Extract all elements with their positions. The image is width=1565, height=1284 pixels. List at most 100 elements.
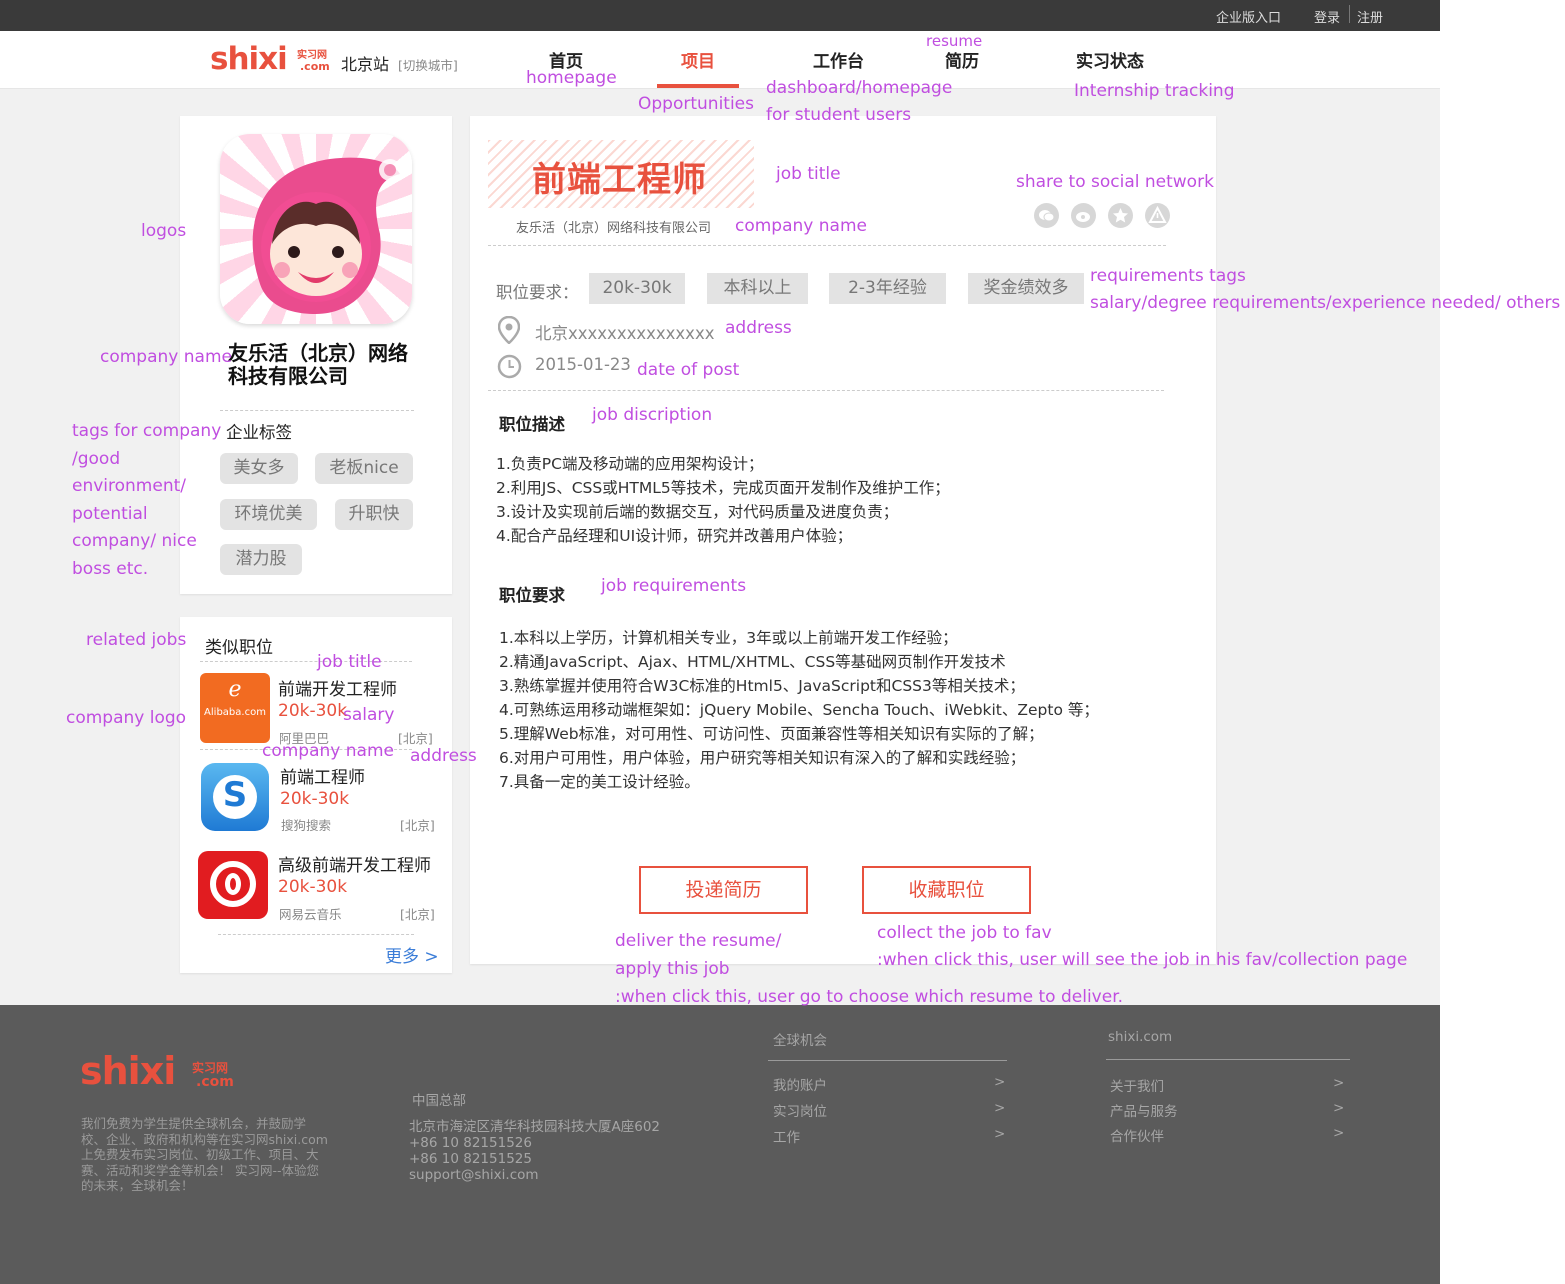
company-tag: 潜力股 [220,544,302,575]
job-company-name[interactable]: 友乐活（北京）网络科技有限公司 [516,217,711,236]
requirement-line: 7.具备一定的美工设计经验。 [499,773,700,791]
footer-hq-info: 北京市海淀区清华科技园科技大厦A座602 +86 10 82151526 +86… [409,1119,661,1183]
alibaba-logo: ℯ Alibaba.com [200,673,270,743]
favorite-star-icon[interactable] [1108,203,1133,228]
experience-tag: 2-3年经验 [829,273,946,304]
nav-projects[interactable]: 项目 [681,47,715,72]
register-link[interactable]: 注册 [1357,7,1383,26]
footer-link-jobs[interactable]: 工作 [773,1126,800,1146]
footer-divider [1106,1059,1350,1060]
similar-job-item[interactable]: 高级前端开发工程师 20k-30k 网易云音乐 [北京] [180,845,452,925]
switch-city-link[interactable]: [切换城市] [398,55,458,74]
similar-jobs-card: 类似职位 ℯ Alibaba.com 前端开发工程师 20k-30k 阿里巴巴 … [180,617,452,973]
divider [488,245,1166,246]
job-address: 北京xxxxxxxxxxxxxxx [535,324,715,343]
requirement-line: 5.理解Web标准，对可用性、可访问性、页面兼容性等相关知识有实际的了解； [499,725,1044,743]
footer-link-products[interactable]: 产品与服务 [1110,1100,1178,1120]
divider [218,934,414,935]
chevron-right-icon: > [994,1126,1006,1142]
similar-job-location: [北京] [400,818,435,833]
annotation-opportunities: Opportunities [638,94,754,114]
chevron-right-icon: > [994,1074,1006,1090]
footer-link-account[interactable]: 我的账户 [773,1074,827,1094]
wechat-share-icon[interactable] [1034,203,1059,228]
footer-link-partners[interactable]: 合作伙伴 [1110,1125,1164,1145]
requirement-line: 1.本科以上学历，计算机相关专业，3年或以上前端开发工作经验； [499,629,958,647]
save-job-button[interactable]: 收藏职位 [862,866,1031,914]
chevron-right-icon: > [1333,1075,1345,1091]
annotation-req-tags-2: salary/degree requirements/experience ne… [1090,293,1561,313]
topbar-divider [1349,5,1350,23]
similar-job-salary: 20k-30k [280,789,350,809]
annotation-collect: collect the job to fav :when click this,… [877,923,1408,970]
footer: shixi 实习网 .com 我们免费为学生提供全球机会，并鼓励学 校、企业、政… [0,1005,1440,1284]
job-detail-card: 前端工程师 友乐活（北京）网络科技有限公司 职位要求： 20k-30k 本科以上… [470,116,1216,964]
job-requirements-title: 职位要求 [499,586,565,605]
company-tags-title: 企业标签 [226,423,292,442]
requirement-line: 4.可熟练运用移动端框架如：jQuery Mobile、Sencha Touch… [499,701,1099,719]
login-link[interactable]: 登录 [1314,7,1340,26]
annotation-job-req: job requirements [601,576,747,596]
site-logo[interactable]: shixi 实习网 .com [210,41,332,77]
apply-resume-button[interactable]: 投递简历 [639,866,808,914]
annotation-share: share to social network [1016,172,1214,192]
similar-job-salary: 20k-30k [278,701,348,721]
requirement-line: 2.精通JavaScript、Ajax、HTML/XHTML、CSS等基础网页制… [499,653,1006,671]
footer-col1-title: 全球机会 [773,1033,827,1049]
job-title: 前端工程师 [532,160,707,200]
nav-resume[interactable]: 简历 [945,47,979,72]
chevron-right-icon: > [994,1100,1006,1116]
similar-job-item[interactable]: S 前端工程师 20k-30k 搜狗搜索 [北京] [180,757,452,837]
similar-jobs-title: 类似职位 [205,638,273,658]
requirements-label: 职位要求： [496,283,579,302]
annotation-rel-salary: salary [343,705,395,725]
similar-job-title: 高级前端开发工程师 [278,856,431,876]
similar-job-title: 前端工程师 [280,768,365,788]
footer-divider [768,1060,1007,1061]
annotation-date: date of post [637,360,740,380]
annotation-job-desc: job discription [592,405,713,425]
footer-link-about[interactable]: 关于我们 [1110,1075,1164,1095]
salary-tag: 20k-30k [589,273,685,304]
company-tag: 老板nice [315,453,413,484]
location-pin-icon [497,315,521,348]
nav-internship-status[interactable]: 实习状态 [1076,47,1144,72]
footer-link-internships[interactable]: 实习岗位 [773,1100,827,1120]
divider [220,410,414,411]
enterprise-entry-link[interactable]: 企业版入口 [1216,7,1281,26]
requirement-line: 6.对用户可用性，用户体验，用户研究等相关知识有深入的了解和实践经验； [499,749,1026,767]
annotation-related-jobs: related jobs [86,630,187,650]
job-description-title: 职位描述 [499,415,565,434]
annotation-left-company-name: company name [100,347,232,367]
annotation-rel-address: address [410,746,477,766]
similar-job-salary: 20k-30k [278,877,348,897]
annotation-homepage: homepage [526,68,617,88]
weibo-share-icon[interactable] [1071,203,1096,228]
company-logo [220,134,412,324]
annotation-rel-company-logo: company logo [66,708,187,728]
top-bar: 企业版入口 登录 注册 [0,0,1440,31]
footer-logo[interactable]: shixi 实习网 .com [80,1049,235,1093]
annotation-dashboard-2: for student users [766,105,912,125]
similar-job-company: 网易云音乐 [279,907,342,922]
nav-workbench[interactable]: 工作台 [813,47,864,72]
description-line: 4.配合产品经理和UI设计师，研究并改善用户体验； [496,527,853,545]
description-line: 2.利用JS、CSS或HTML5等技术，完成页面开发制作及维护工作； [496,479,950,497]
report-warning-icon[interactable] [1145,203,1170,228]
similar-job-location: [北京] [400,907,435,922]
annotation-rel-job-title: job title [317,652,382,672]
clock-icon [497,354,522,383]
company-tag: 升职快 [335,499,413,530]
annotation-address: address [725,318,792,338]
footer-hq-title: 中国总部 [412,1093,466,1109]
company-tag: 环境优美 [220,499,317,530]
footer-col2-title: shixi.com [1108,1029,1173,1045]
annotation-tracking: Internship tracking [1074,81,1235,101]
similar-job-company: 搜狗搜索 [281,818,332,833]
company-name: 友乐活（北京）网络科技有限公司 [228,341,408,388]
post-date: 2015-01-23 [535,355,631,374]
more-jobs-link[interactable]: 更多 > [385,942,439,967]
similar-job-item[interactable]: ℯ Alibaba.com 前端开发工程师 20k-30k 阿里巴巴 [北京] [180,669,452,749]
requirement-line: 3.熟练掌握并使用符合W3C标准的Html5、JavaScript和CSS3等相… [499,677,1025,695]
annotation-job-title: job title [776,164,841,184]
